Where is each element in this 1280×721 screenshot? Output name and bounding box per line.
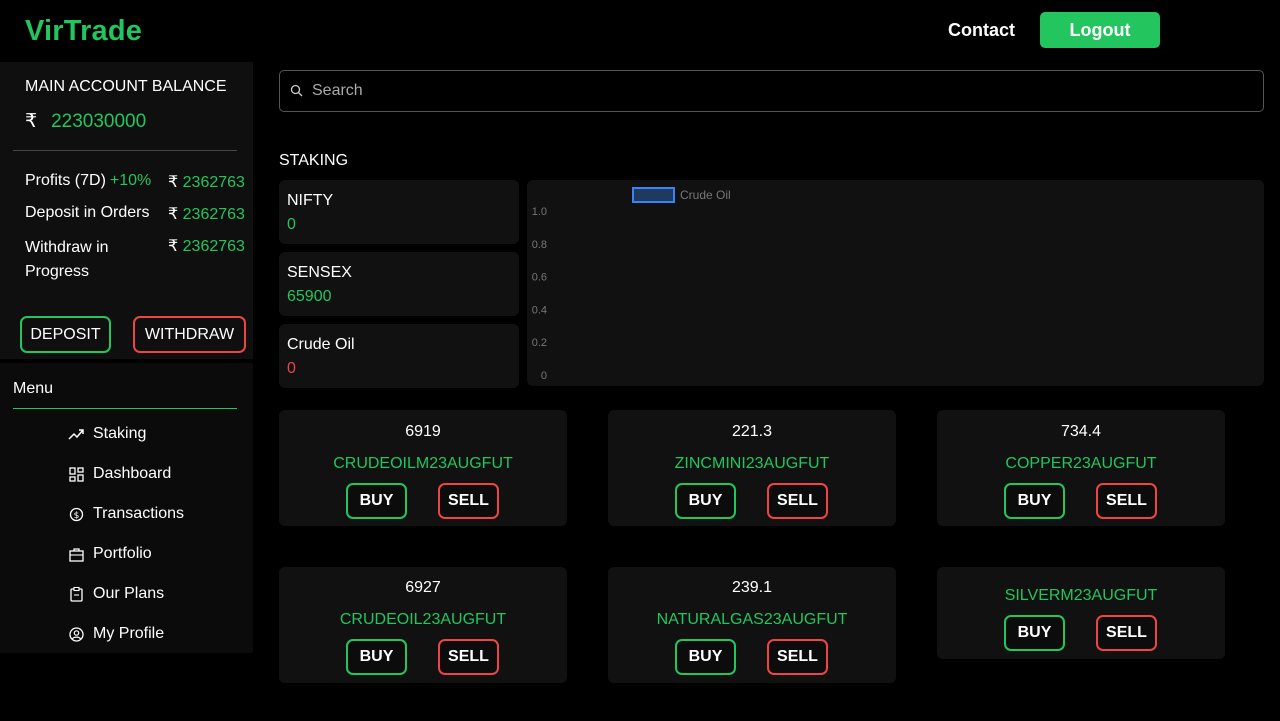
transactions-icon: $ bbox=[68, 506, 85, 523]
sell-button[interactable]: SELL bbox=[767, 639, 828, 675]
svg-text:$: $ bbox=[74, 511, 80, 521]
staking-card-nifty[interactable]: NIFTY 0 bbox=[279, 180, 519, 244]
logout-button[interactable]: Logout bbox=[1040, 12, 1160, 48]
sidebar-item-dashboard[interactable]: Dashboard bbox=[68, 462, 171, 486]
sell-button[interactable]: SELL bbox=[1096, 483, 1157, 519]
trade-symbol: COPPER23AUGFUT bbox=[1005, 455, 1157, 472]
staking-value: 0 bbox=[287, 360, 296, 377]
deposit-button[interactable]: DEPOSIT bbox=[20, 316, 111, 353]
buy-button[interactable]: BUY bbox=[1004, 615, 1065, 651]
staking-card-sensex[interactable]: SENSEX 65900 bbox=[279, 252, 519, 316]
search-box[interactable] bbox=[279, 70, 1264, 112]
staking-card-crude-oil[interactable]: Crude Oil 0 bbox=[279, 324, 519, 388]
search-icon bbox=[290, 84, 303, 102]
currency-symbol: ₹ bbox=[25, 111, 38, 132]
trade-card: 239.1 NATURALGAS23AUGFUT BUY SELL bbox=[608, 567, 896, 683]
dashboard-grid-icon bbox=[68, 466, 85, 483]
sell-button[interactable]: SELL bbox=[438, 483, 499, 519]
y-tick-label: 0.8 bbox=[532, 239, 547, 251]
trade-symbol: CRUDEOIL23AUGFUT bbox=[339, 611, 507, 628]
clipboard-icon bbox=[68, 586, 85, 603]
staking-title: STAKING bbox=[279, 152, 349, 169]
trade-card: 6927 CRUDEOIL23AUGFUT BUY SELL bbox=[279, 567, 567, 683]
sidebar-item-portfolio[interactable]: Portfolio bbox=[68, 542, 152, 566]
staking-value: 0 bbox=[287, 216, 296, 233]
trade-price: 734.4 bbox=[1060, 423, 1102, 440]
contact-link[interactable]: Contact bbox=[948, 20, 1015, 41]
sidebar-menu: Menu Staking Dashboard $ Transactions Po… bbox=[0, 363, 253, 653]
y-axis: 1.0 0.8 0.6 0.4 0.2 0 bbox=[532, 206, 547, 382]
balance-value: 223030000 bbox=[51, 111, 147, 132]
sell-button[interactable]: SELL bbox=[1096, 615, 1157, 651]
chart-svg: 1.0 0.8 0.6 0.4 0.2 0 Crude Oil bbox=[532, 187, 731, 382]
trending-up-icon bbox=[68, 426, 85, 443]
y-tick-label: 0.6 bbox=[532, 272, 547, 284]
trade-price: 6919 bbox=[405, 423, 441, 440]
menu-underline bbox=[13, 408, 237, 409]
sidebar-item-label: Staking bbox=[93, 425, 147, 442]
y-tick-label: 0.2 bbox=[532, 337, 547, 349]
divider bbox=[13, 150, 237, 151]
staking-value: 65900 bbox=[287, 288, 332, 305]
trade-symbol: CRUDEOILM23AUGFUT bbox=[333, 455, 513, 472]
y-tick-label: 0.4 bbox=[532, 304, 547, 316]
deposit-orders-value: ₹ 2362763 bbox=[168, 206, 245, 223]
menu-title: Menu bbox=[13, 380, 54, 397]
logo[interactable]: VirTrade bbox=[25, 15, 142, 48]
staking-name: SENSEX bbox=[287, 264, 352, 281]
profits-label: Profits (7D) +10% bbox=[25, 172, 152, 189]
balance-row: ₹223030000 bbox=[25, 110, 146, 133]
withdraw-progress-label: Withdraw in Progress bbox=[25, 239, 109, 280]
sidebar-item-my-profile[interactable]: My Profile bbox=[68, 622, 164, 646]
trade-card: 734.4 COPPER23AUGFUT BUY SELL bbox=[937, 410, 1225, 526]
staking-chart: 1.0 0.8 0.6 0.4 0.2 0 Crude Oil bbox=[527, 180, 1264, 386]
trade-price: 239.1 bbox=[731, 579, 773, 596]
sidebar-item-transactions[interactable]: $ Transactions bbox=[68, 502, 184, 526]
buy-button[interactable]: BUY bbox=[675, 639, 736, 675]
sidebar-item-label: Transactions bbox=[93, 505, 184, 522]
trade-card: SILVERM23AUGFUT BUY SELL bbox=[937, 567, 1225, 659]
sell-button[interactable]: SELL bbox=[438, 639, 499, 675]
account-card: MAIN ACCOUNT BALANCE ₹223030000 Profits … bbox=[0, 62, 253, 359]
y-tick-label: 1.0 bbox=[532, 206, 547, 218]
buy-button[interactable]: BUY bbox=[1004, 483, 1065, 519]
y-tick-label: 0 bbox=[541, 370, 547, 382]
withdraw-progress-value: ₹ 2362763 bbox=[168, 238, 245, 255]
sell-button[interactable]: SELL bbox=[767, 483, 828, 519]
withdraw-button[interactable]: WITHDRAW bbox=[133, 316, 246, 353]
balance-label: MAIN ACCOUNT BALANCE bbox=[25, 78, 227, 95]
deposit-orders-label: Deposit in Orders bbox=[25, 204, 150, 221]
sidebar-item-label: My Profile bbox=[93, 625, 165, 642]
trade-symbol: NATURALGAS23AUGFUT bbox=[656, 611, 848, 628]
profits-percent: +10% bbox=[109, 172, 152, 189]
buy-button[interactable]: BUY bbox=[346, 483, 407, 519]
sidebar-item-our-plans[interactable]: Our Plans bbox=[68, 582, 164, 606]
sidebar-item-label: Dashboard bbox=[93, 465, 172, 482]
trade-card: 221.3 ZINCMINI23AUGFUT BUY SELL bbox=[608, 410, 896, 526]
staking-name: NIFTY bbox=[287, 192, 334, 209]
search-input[interactable] bbox=[312, 79, 1212, 103]
trade-price: 6927 bbox=[405, 579, 441, 596]
legend-label: Crude Oil bbox=[680, 188, 731, 202]
sidebar-item-label: Portfolio bbox=[93, 545, 152, 562]
trade-card: 6919 CRUDEOILM23AUGFUT BUY SELL bbox=[279, 410, 567, 526]
trade-price: 221.3 bbox=[731, 423, 773, 440]
top-bar: VirTrade Contact Logout bbox=[0, 0, 1280, 62]
sidebar-item-label: Our Plans bbox=[93, 585, 165, 602]
buy-button[interactable]: BUY bbox=[346, 639, 407, 675]
staking-name: Crude Oil bbox=[287, 336, 355, 353]
chart-legend: Crude Oil bbox=[632, 187, 731, 203]
sidebar-item-staking[interactable]: Staking bbox=[68, 422, 146, 446]
legend-swatch bbox=[632, 187, 675, 203]
briefcase-icon bbox=[68, 546, 85, 563]
trade-symbol: SILVERM23AUGFUT bbox=[1004, 587, 1158, 604]
user-circle-icon bbox=[68, 626, 85, 643]
trade-symbol: ZINCMINI23AUGFUT bbox=[674, 455, 830, 472]
profits-value: ₹ 2362763 bbox=[168, 174, 245, 191]
buy-button[interactable]: BUY bbox=[675, 483, 736, 519]
